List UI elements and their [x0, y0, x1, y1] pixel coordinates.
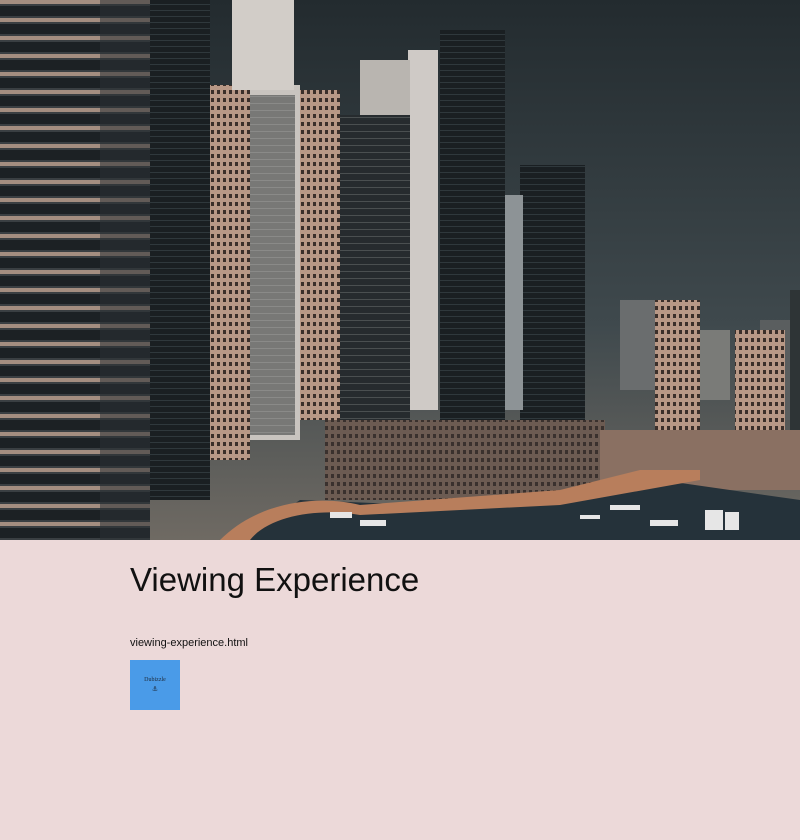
page-title: Viewing Experience — [130, 561, 420, 598]
widget-label: Dubizzle — [144, 676, 166, 683]
dubizzle-widget-button[interactable]: Dubizzle ⚓ — [130, 660, 180, 710]
main-content: Viewing Experience viewing-experience.ht… — [130, 540, 670, 651]
city-skyline-illustration — [0, 0, 800, 540]
hero-image — [0, 0, 800, 540]
anchor-icon: ⚓ — [151, 684, 159, 693]
file-link[interactable]: viewing-experience.html — [130, 636, 248, 650]
